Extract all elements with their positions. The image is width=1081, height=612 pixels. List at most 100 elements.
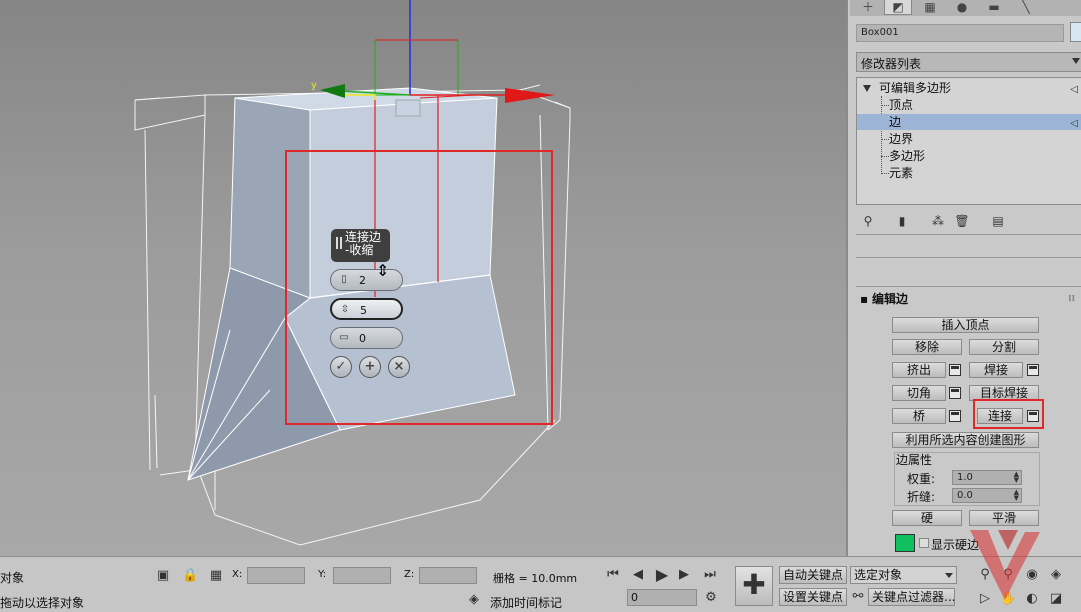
- smooth-button[interactable]: 平滑: [969, 510, 1039, 526]
- make-unique-icon[interactable]: ⁂: [930, 213, 946, 229]
- zoom-icon[interactable]: ⚲: [977, 567, 993, 583]
- weight-value: 1.0: [957, 472, 973, 483]
- play-icon[interactable]: ▶: [654, 567, 670, 583]
- stack-item-label: 多边形: [889, 149, 926, 163]
- expand-triangle-icon[interactable]: [863, 85, 871, 92]
- zoom-extents-icon[interactable]: ◉: [1024, 567, 1040, 583]
- hard-button[interactable]: 硬: [892, 510, 962, 526]
- spinner-arrows-icon[interactable]: ▲ ▼: [1014, 489, 1019, 502]
- chamfer-button[interactable]: 切角: [892, 385, 946, 401]
- set-key-icon[interactable]: ✚: [735, 566, 773, 606]
- spinner-arrows-icon[interactable]: ▲ ▼: [1014, 471, 1019, 484]
- configure-sets-icon[interactable]: ▤: [990, 213, 1006, 229]
- x-label: X:: [232, 569, 243, 580]
- weld-settings-button[interactable]: [1027, 364, 1039, 376]
- orbit-icon[interactable]: ◐: [1024, 591, 1040, 607]
- stack-item-label: 元素: [889, 166, 914, 180]
- stack-item-edge[interactable]: 边 ◁: [857, 114, 1081, 130]
- hard-edge-color-swatch[interactable]: [895, 534, 915, 552]
- active-marker-icon: ◁: [1070, 118, 1078, 129]
- crease-label: 折缝:: [907, 490, 936, 504]
- display-hard-edges-label: 显示硬边: [931, 538, 980, 552]
- collapse-icon[interactable]: ▪: [860, 290, 868, 308]
- x-coordinate-field[interactable]: [247, 567, 305, 584]
- object-color-swatch[interactable]: [1070, 22, 1081, 42]
- stack-item-label: 边界: [889, 132, 914, 146]
- split-button[interactable]: 分割: [969, 339, 1039, 355]
- go-to-end-icon[interactable]: ⏭: [702, 567, 718, 583]
- weight-spinner[interactable]: 1.0 ▲ ▼: [952, 470, 1022, 485]
- pin-marker-icon: ◁: [1070, 84, 1078, 95]
- stack-toolbar: ⚲ ▮ ⁂ 🗑 ▤: [856, 213, 1081, 231]
- stack-item-polygon[interactable]: 多边形: [857, 148, 1081, 164]
- crease-spinner[interactable]: 0.0 ▲ ▼: [952, 488, 1022, 503]
- z-coordinate-field[interactable]: [419, 567, 477, 584]
- z-label: Z:: [404, 569, 415, 580]
- create-icon[interactable]: ＋: [854, 0, 882, 15]
- annotation-highlight-box: [285, 150, 553, 425]
- display-icon[interactable]: ▬: [980, 0, 1008, 15]
- modify-icon[interactable]: ◩: [884, 0, 912, 15]
- go-to-start-icon[interactable]: ⏮: [605, 567, 621, 583]
- set-key-button[interactable]: 设置关键点: [779, 588, 848, 606]
- current-frame-field[interactable]: 0: [627, 589, 697, 606]
- utilities-icon[interactable]: ╲: [1012, 0, 1040, 15]
- zoom-extents-all-icon[interactable]: ◈: [1048, 567, 1064, 583]
- previous-frame-icon[interactable]: ◀: [630, 567, 646, 583]
- absolute-mode-icon[interactable]: ▦: [208, 568, 224, 584]
- key-filter-icon[interactable]: ⚯: [850, 589, 866, 605]
- stack-root-label: 可编辑多边形: [879, 81, 952, 95]
- current-frame-value: 0: [631, 591, 638, 604]
- modifier-list-label: 修改器列表: [861, 57, 922, 71]
- pan-icon[interactable]: ✋: [1000, 591, 1016, 607]
- add-time-tag-label[interactable]: 添加时间标记: [490, 594, 562, 611]
- stack-item-border[interactable]: 边界: [857, 131, 1081, 147]
- object-name-field[interactable]: Box001: [856, 24, 1064, 42]
- display-hard-edges-checkbox[interactable]: [919, 538, 929, 548]
- maximize-viewport-icon[interactable]: ◪: [1048, 591, 1064, 607]
- divider: [856, 286, 1081, 287]
- gizmo-y-label: y: [311, 80, 317, 91]
- edit-edges-title: 编辑边: [872, 292, 909, 306]
- pin-stack-icon[interactable]: ⚲: [860, 213, 876, 229]
- grid-readout: 栅格 = 10.0mm: [493, 572, 578, 585]
- motion-icon[interactable]: ●: [948, 0, 976, 15]
- insert-vertex-button[interactable]: 插入顶点: [892, 317, 1039, 333]
- remove-modifier-icon[interactable]: 🗑: [954, 213, 970, 229]
- modifier-stack: 可编辑多边形 ◁ 顶点 边 ◁ 边界 多边形 元素: [856, 77, 1081, 205]
- selection-set-dropdown[interactable]: 选定对象: [850, 566, 957, 584]
- selection-set-value: 选定对象: [854, 568, 903, 582]
- bridge-settings-button[interactable]: [949, 410, 961, 422]
- edit-edges-rollout-title[interactable]: ▪ 编辑边 ⁞⁞: [856, 290, 1081, 308]
- field-of-view-icon[interactable]: ▷: [977, 591, 993, 607]
- weld-button[interactable]: 焊接: [969, 362, 1023, 378]
- stack-item-label: 边: [889, 115, 902, 129]
- next-frame-icon[interactable]: ▶: [676, 567, 692, 583]
- chamfer-settings-button[interactable]: [949, 387, 961, 399]
- auto-key-button[interactable]: 自动关键点: [779, 566, 848, 584]
- key-filters-button[interactable]: 关键点过滤器...: [868, 588, 955, 606]
- stack-item-element[interactable]: 元素: [857, 165, 1081, 181]
- show-end-result-icon[interactable]: ▮: [894, 213, 910, 229]
- isolate-selection-icon[interactable]: ▣: [155, 568, 171, 584]
- remove-button[interactable]: 移除: [892, 339, 962, 355]
- perspective-viewport[interactable]: y 连接边 -收缩 ▯ 2 ⇕ ⇳ 5 ▭ 0 ✓ + ×: [0, 0, 846, 556]
- status-bar: 对象 拖动以选择对象 ▣ 🔒 ▦ X: Y: Z: 栅格 = 10.0mm ◈ …: [0, 556, 1081, 612]
- zoom-all-icon[interactable]: ⚲: [1000, 567, 1016, 583]
- time-tag-icon[interactable]: ◈: [466, 592, 482, 608]
- extrude-settings-button[interactable]: [949, 364, 961, 376]
- chevron-down-icon: [945, 573, 953, 578]
- stack-item-editable-poly[interactable]: 可编辑多边形 ◁: [857, 80, 1081, 96]
- bridge-button[interactable]: 桥: [892, 408, 946, 424]
- time-configuration-icon[interactable]: ⚙: [703, 590, 719, 606]
- y-coordinate-field[interactable]: [333, 567, 391, 584]
- selection-lock-icon[interactable]: 🔒: [182, 568, 198, 584]
- divider: [856, 234, 1081, 235]
- crease-value: 0.0: [957, 490, 973, 501]
- stack-item-vertex[interactable]: 顶点: [857, 97, 1081, 113]
- modifier-list-dropdown[interactable]: 修改器列表: [856, 52, 1081, 72]
- extrude-button[interactable]: 挤出: [892, 362, 946, 378]
- create-shape-button[interactable]: 利用所选内容创建图形: [892, 432, 1039, 448]
- stack-item-label: 顶点: [889, 98, 914, 112]
- hierarchy-icon[interactable]: ▦: [916, 0, 944, 15]
